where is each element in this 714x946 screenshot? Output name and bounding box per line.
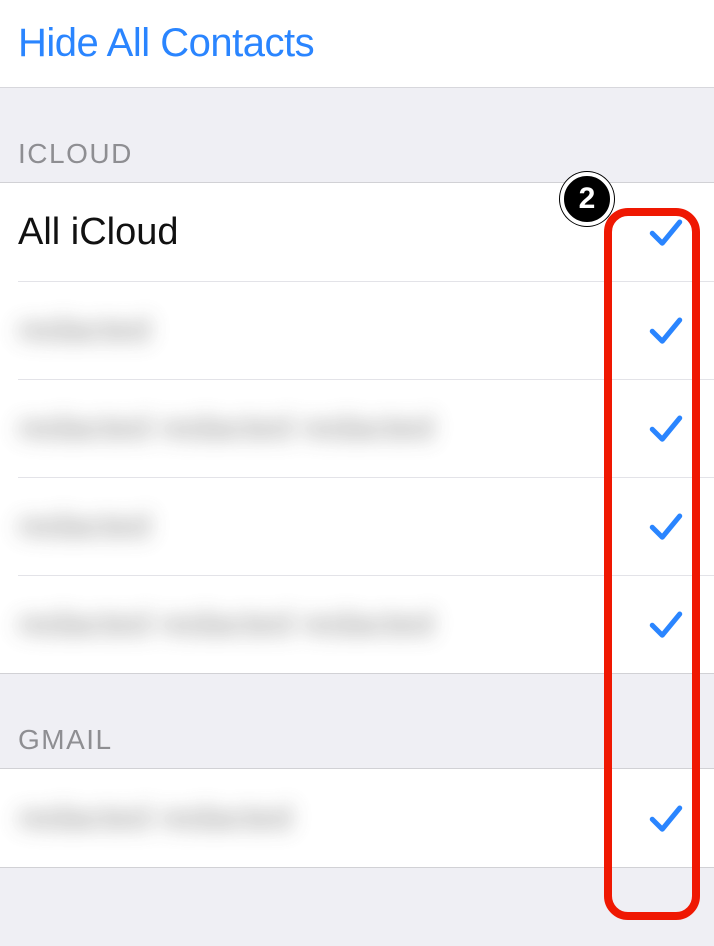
checkmark-icon <box>646 212 686 252</box>
checkmark-icon <box>646 506 686 546</box>
list-item[interactable]: redacted redacted redacted <box>0 379 714 477</box>
list-item-label: redacted redacted redacted <box>18 409 636 448</box>
icloud-list: All iCloud redacted redacted redacted re… <box>0 182 714 674</box>
gmail-list: redacted redacted <box>0 768 714 868</box>
top-bar: Hide All Contacts <box>0 0 714 88</box>
list-item[interactable]: redacted <box>0 281 714 379</box>
list-item-label: redacted <box>18 507 636 546</box>
section-header-icloud: ICLOUD <box>0 88 714 182</box>
list-item-label: redacted redacted redacted <box>18 605 636 644</box>
list-item[interactable]: redacted redacted <box>0 769 714 867</box>
checkmark-icon <box>646 604 686 644</box>
list-item-label: redacted redacted <box>18 799 636 838</box>
checkmark-icon <box>646 408 686 448</box>
list-item[interactable]: All iCloud <box>0 183 714 281</box>
list-item-label: redacted <box>18 311 636 350</box>
checkmark-icon <box>646 798 686 838</box>
hide-all-contacts-button[interactable]: Hide All Contacts <box>18 21 314 66</box>
list-item-label: All iCloud <box>18 211 636 254</box>
section-header-gmail: GMAIL <box>0 674 714 768</box>
checkmark-icon <box>646 310 686 350</box>
list-item[interactable]: redacted <box>0 477 714 575</box>
list-item[interactable]: redacted redacted redacted <box>0 575 714 673</box>
